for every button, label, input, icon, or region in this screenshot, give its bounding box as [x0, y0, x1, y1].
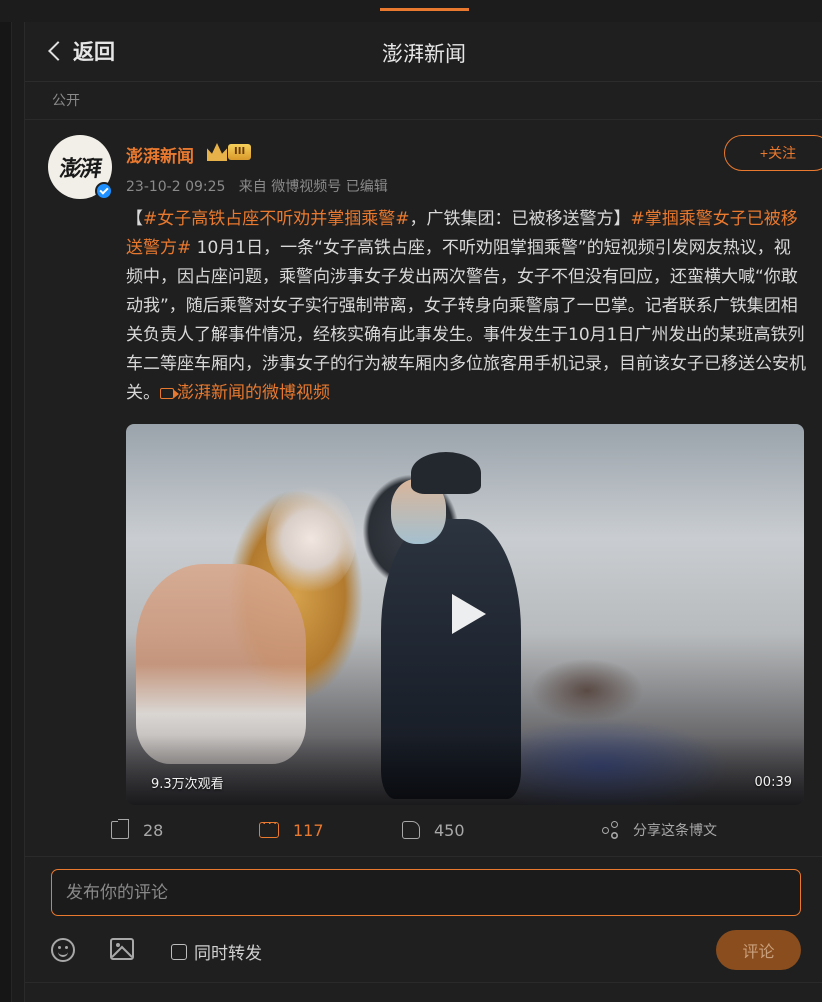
repost-button[interactable]: 28	[111, 812, 163, 848]
follow-button[interactable]: +关注	[724, 135, 822, 171]
repost-icon	[111, 821, 129, 839]
crown-icon	[207, 143, 227, 161]
content-body: 10月1日，一条“女子高铁占座，不听劝阻掌掴乘警”的短视频引发网友热议，视频中，…	[126, 238, 806, 403]
author-name[interactable]: 澎湃新闻	[126, 142, 194, 167]
video-player[interactable]: 9.3万次观看 00:39	[126, 424, 804, 805]
bracket-open: 【	[126, 209, 143, 229]
member-level-badge[interactable]: III	[207, 143, 252, 161]
like-button[interactable]: 450	[402, 812, 465, 848]
divider	[25, 982, 822, 983]
image-icon[interactable]	[110, 938, 134, 960]
post-content: 【#女子高铁占座不听劝并掌掴乘警#，广铁集团：已被移送警方】#掌掴乘警女子已被移…	[126, 205, 806, 408]
share-button[interactable]: 分享这条博文	[601, 812, 717, 848]
post-meta: 23-10-2 09:25 来自 微博视频号 已编辑	[126, 176, 388, 196]
active-tab-indicator	[380, 8, 469, 11]
visibility-label: 公开	[52, 93, 80, 109]
video-bottom-shade	[126, 735, 804, 805]
comment-icon	[259, 816, 279, 838]
video-view-count: 9.3万次观看	[151, 777, 224, 792]
post-timestamp[interactable]: 23-10-2 09:25	[126, 179, 225, 195]
like-count: 450	[434, 820, 465, 840]
comment-button[interactable]: 117	[259, 812, 324, 848]
video-camera-icon	[160, 388, 179, 399]
emoji-icon[interactable]	[51, 938, 75, 962]
post-source: 来自 微博视频号	[238, 179, 342, 195]
checkbox[interactable]	[171, 943, 187, 960]
submit-comment-button[interactable]: 评论	[716, 930, 801, 970]
repost-checkbox-label: 同时转发	[194, 944, 262, 964]
video-frame-blur	[266, 484, 356, 594]
thumbs-up-icon	[402, 821, 420, 839]
window-top-strip	[0, 0, 822, 22]
comment-count: 117	[293, 820, 324, 840]
share-label: 分享这条博文	[633, 823, 717, 839]
avatar-logo-text: 澎湃	[57, 156, 102, 182]
video-frame-figure	[136, 564, 306, 764]
repost-checkbox[interactable]: 同时转发	[171, 939, 262, 964]
video-source-link[interactable]: 澎湃新闻的微博视频	[160, 383, 330, 403]
repost-count: 28	[143, 820, 164, 840]
divider	[25, 856, 822, 857]
content-text: ，广铁集团：已被移送警方】	[409, 209, 631, 229]
play-icon[interactable]	[444, 592, 488, 636]
top-nav-bar: 返回 澎湃新闻	[25, 22, 822, 82]
verified-badge-icon	[95, 182, 113, 200]
comment-toolbar: 同时转发 评论	[25, 930, 822, 970]
divider	[25, 119, 822, 120]
video-frame-cap	[411, 452, 481, 494]
level-label: III	[228, 144, 252, 160]
video-link-label: 澎湃新闻的微博视频	[177, 383, 330, 403]
post-action-bar: 28 117 450 分享这条博文	[25, 812, 822, 848]
share-icon	[601, 821, 619, 839]
left-sidebar-edge	[0, 22, 12, 1002]
comment-input[interactable]	[51, 869, 801, 916]
video-duration: 00:39	[754, 775, 792, 790]
post-detail-panel: 返回 澎湃新闻 公开 澎湃 澎湃新闻 III 23-10-2 09:25 来自 …	[24, 22, 822, 1002]
edited-label[interactable]: 已编辑	[346, 179, 388, 195]
page-title: 澎湃新闻	[382, 42, 466, 66]
hashtag-link[interactable]: #女子高铁占座不听劝并掌掴乘警#	[143, 209, 410, 229]
